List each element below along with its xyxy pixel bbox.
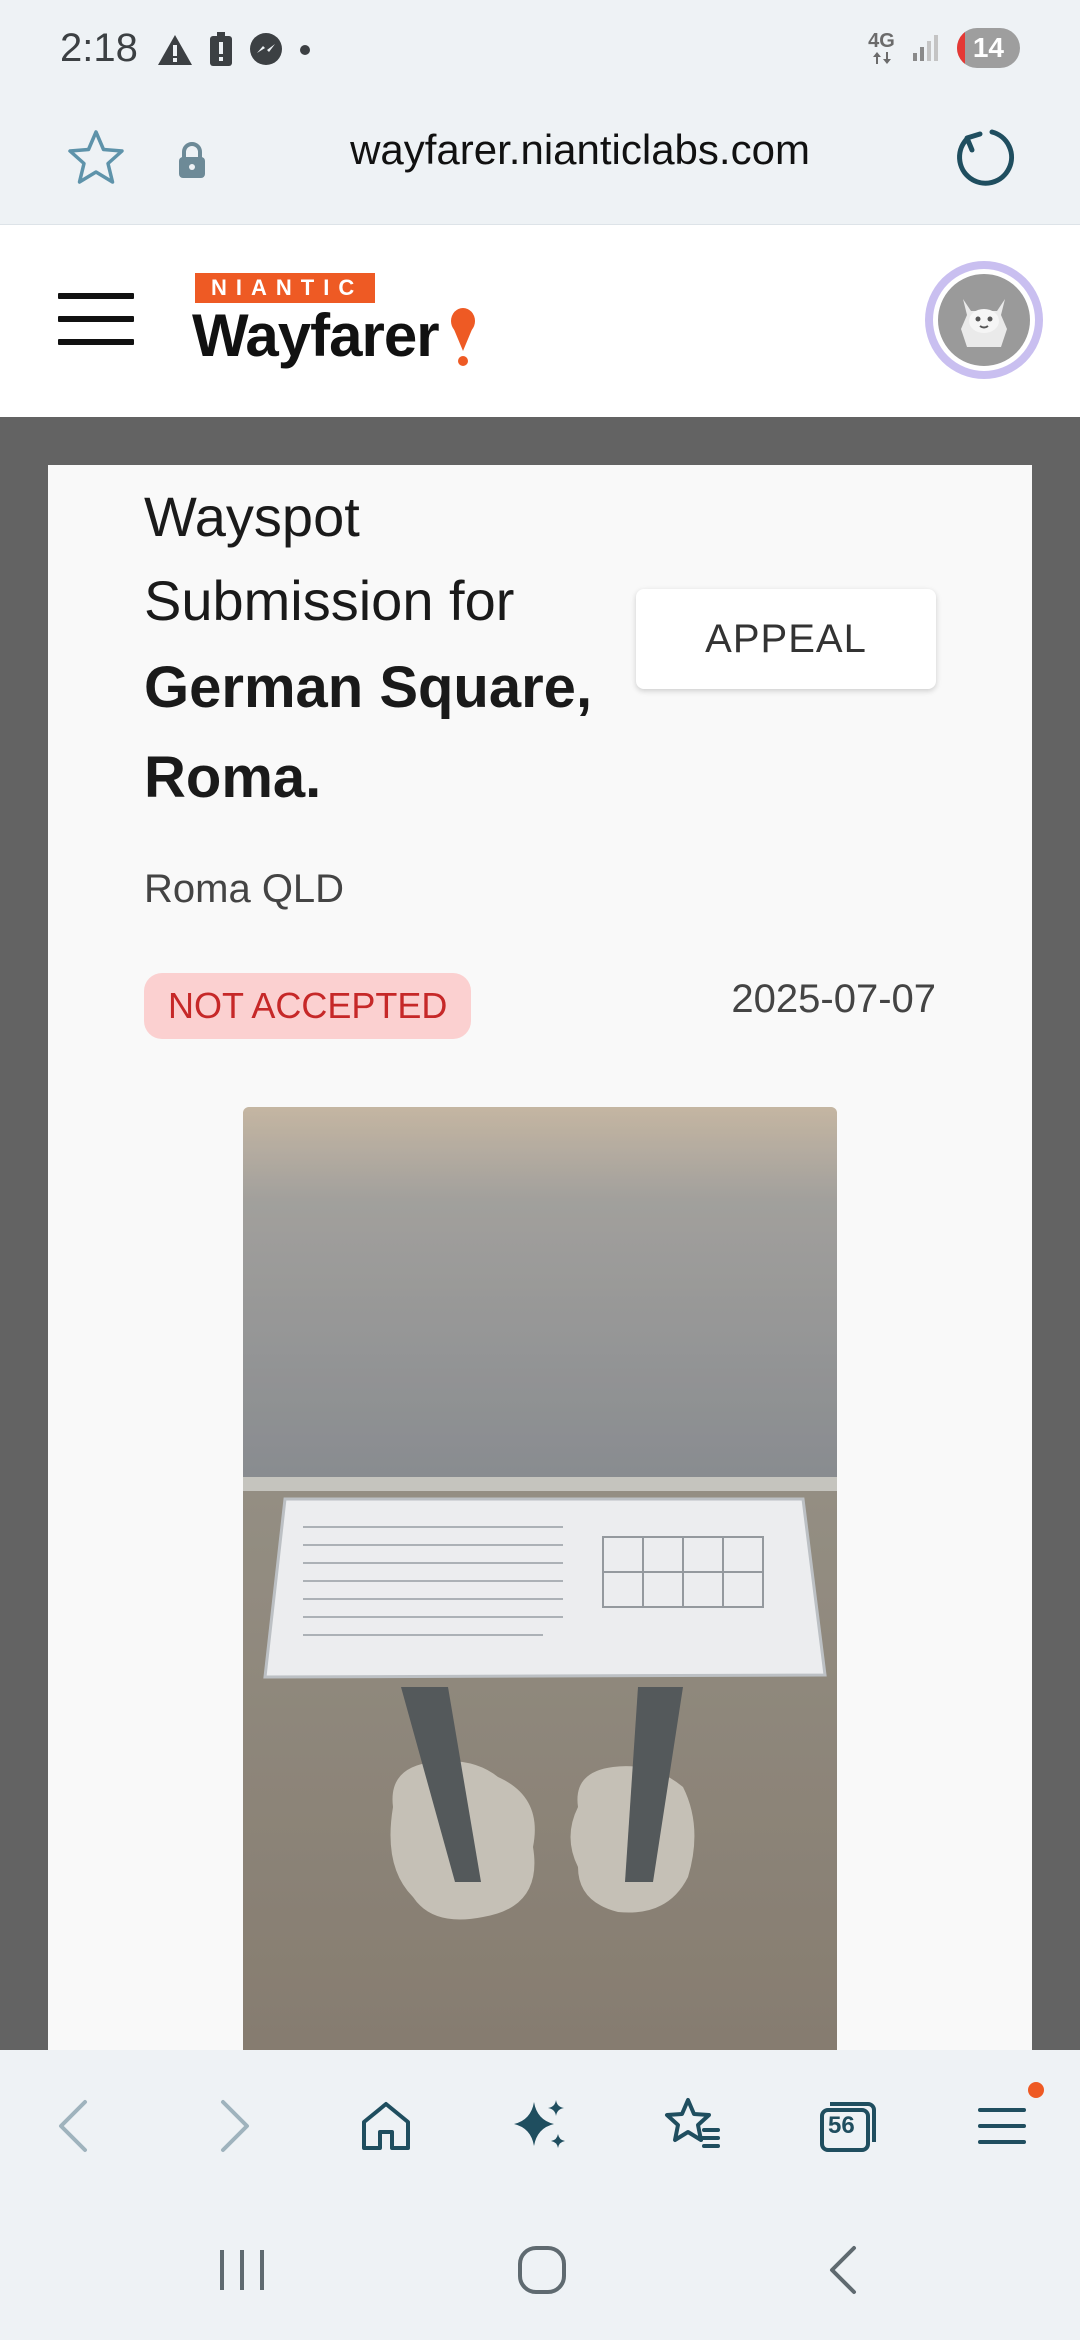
submission-title-name: German Square, Roma. xyxy=(144,655,593,810)
status-badge: NOT ACCEPTED xyxy=(144,973,472,1039)
recents-icon[interactable] xyxy=(212,2240,272,2300)
dot-icon xyxy=(300,45,310,55)
submission-title-prefix: Wayspot Submission for xyxy=(144,485,515,632)
sign-photo-illustration xyxy=(243,1107,837,2050)
battery-indicator: 14 xyxy=(956,28,1020,68)
brand-name: Wayfarer xyxy=(192,302,440,369)
bookmarks-icon[interactable] xyxy=(654,2088,730,2164)
app-header: NIANTIC Wayfarer xyxy=(0,224,1080,417)
tabs-icon[interactable]: 56 xyxy=(810,2088,886,2164)
browser-bottom-nav: 56 xyxy=(0,2050,1080,2200)
system-back-icon[interactable] xyxy=(816,2240,876,2300)
notification-icons xyxy=(156,32,312,68)
hamburger-menu-icon[interactable] xyxy=(58,293,134,349)
back-icon[interactable] xyxy=(36,2088,112,2164)
system-navigation-bar xyxy=(0,2200,1080,2340)
notification-dot xyxy=(1028,2082,1044,2098)
tabs-count: 56 xyxy=(828,2112,855,2139)
location-pin-icon xyxy=(451,308,475,366)
submission-date: 2025-07-07 xyxy=(731,977,936,1021)
appeal-button[interactable]: APPEAL xyxy=(636,589,936,689)
battery-alert-icon xyxy=(210,32,232,66)
browser-url-bar: wayfarer.nianticlabs.com xyxy=(0,104,1080,224)
signal-icon xyxy=(912,35,938,61)
favorite-star-icon[interactable] xyxy=(64,126,128,190)
brand-tag: NIANTIC xyxy=(195,273,376,303)
avatar[interactable] xyxy=(925,261,1043,379)
status-bar: 2:18 4G 14 xyxy=(0,0,1080,104)
status-time: 2:18 xyxy=(60,26,138,70)
menu-icon[interactable] xyxy=(964,2082,1044,2164)
yeti-avatar-icon xyxy=(961,299,1007,347)
messenger-icon xyxy=(250,33,282,65)
reload-icon[interactable] xyxy=(950,122,1018,190)
submission-photo[interactable] xyxy=(243,1107,837,2050)
url-text[interactable]: wayfarer.nianticlabs.com xyxy=(230,126,930,174)
sparkle-icon[interactable] xyxy=(502,2088,578,2164)
home-circle-icon[interactable] xyxy=(512,2240,572,2300)
network-type: 4G xyxy=(868,31,895,65)
submission-location: Roma QLD xyxy=(144,867,345,911)
system-status-icons: 4G 14 xyxy=(868,28,1020,68)
submission-card: Wayspot Submission for German Square, Ro… xyxy=(48,465,1032,2050)
data-arrows-icon xyxy=(872,52,891,64)
warning-icon xyxy=(158,35,192,65)
home-icon[interactable] xyxy=(348,2088,424,2164)
forward-icon[interactable] xyxy=(196,2088,272,2164)
lock-icon[interactable] xyxy=(176,140,208,180)
